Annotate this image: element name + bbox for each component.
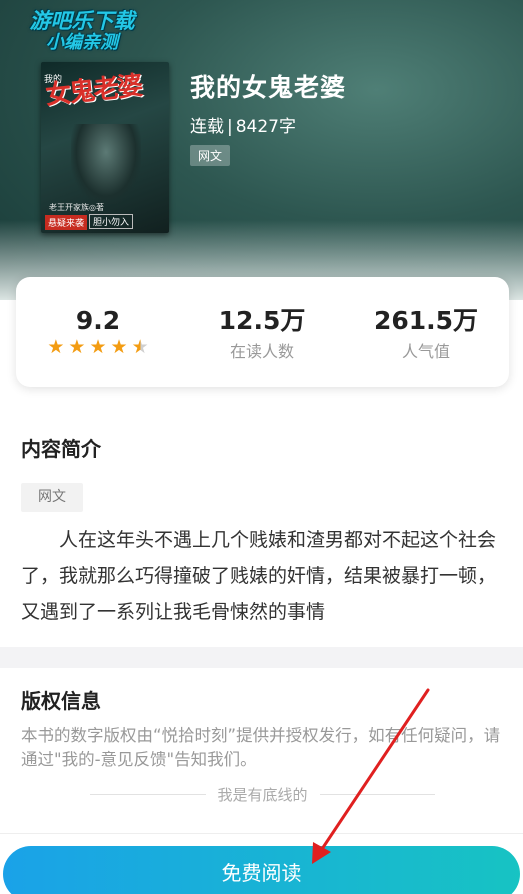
popularity-label: 人气值 — [401, 341, 450, 361]
popularity-stat: 261.5万 人气值 — [344, 307, 508, 362]
stats-card: 9.2 ★ ★ ★ ★ ★ 12.5万 在读人数 261.5万 人气值 — [16, 277, 509, 387]
meta-separator: | — [227, 117, 233, 137]
section-divider — [0, 647, 523, 668]
book-cover[interactable]: 我的 女鬼老婆 老王开家族◎著 悬疑来袭 胆小勿入 — [41, 62, 169, 233]
readers-value: 12.5万 — [218, 306, 306, 335]
end-of-content-text: 我是有底线的 — [217, 785, 308, 804]
star-icon: ★ — [68, 335, 86, 358]
readers-stat: 12.5万 在读人数 — [180, 307, 344, 362]
star-icon: ★ — [110, 335, 128, 358]
copyright-text: 本书的数字版权由“悦拾时刻”提供并授权发行，如有任何疑问，请通过"我的-意见反馈… — [21, 726, 501, 769]
copyright-heading: 版权信息 — [21, 689, 101, 713]
word-count: 8427字 — [235, 117, 296, 137]
star-half-icon: ★ — [131, 335, 149, 358]
cover-tag-secondary: 胆小勿入 — [89, 214, 134, 229]
genre-badge[interactable]: 网文 — [190, 145, 231, 166]
readers-label: 在读人数 — [229, 341, 294, 361]
footer-border — [0, 833, 523, 834]
book-title: 我的女鬼老婆 — [190, 73, 347, 102]
divider-line-right — [319, 793, 436, 795]
intro-text: 人在这年头不遇上几个贱婊和渣男都对不起这个社会了，我就那么巧得撞破了贱婊的奸情，… — [21, 529, 497, 623]
cover-tag: 悬疑来袭 — [45, 215, 88, 230]
watermark-logo: 游吧乐下载 小编亲测 — [29, 9, 135, 54]
intro-tag-chip[interactable]: 网文 — [21, 483, 83, 512]
star-icon: ★ — [47, 335, 65, 358]
end-of-content-marker: 我是有底线的 — [90, 782, 436, 806]
divider-line-left — [90, 793, 206, 795]
rating-stat: 9.2 ★ ★ ★ ★ ★ — [16, 307, 180, 357]
popularity-value: 261.5万 — [373, 306, 479, 335]
cover-figure-illustration — [71, 124, 141, 204]
free-read-button[interactable]: 免费阅读 — [3, 846, 520, 894]
cover-author: 老王开家族◎著 — [49, 203, 104, 212]
rating-value: 9.2 — [75, 306, 121, 335]
rating-stars: ★ ★ ★ ★ ★ — [16, 335, 180, 358]
intro-heading: 内容简介 — [21, 437, 101, 461]
star-icon: ★ — [89, 335, 107, 358]
book-status: 连载 — [190, 117, 224, 137]
book-meta: 连载 | 8427字 — [190, 112, 296, 137]
